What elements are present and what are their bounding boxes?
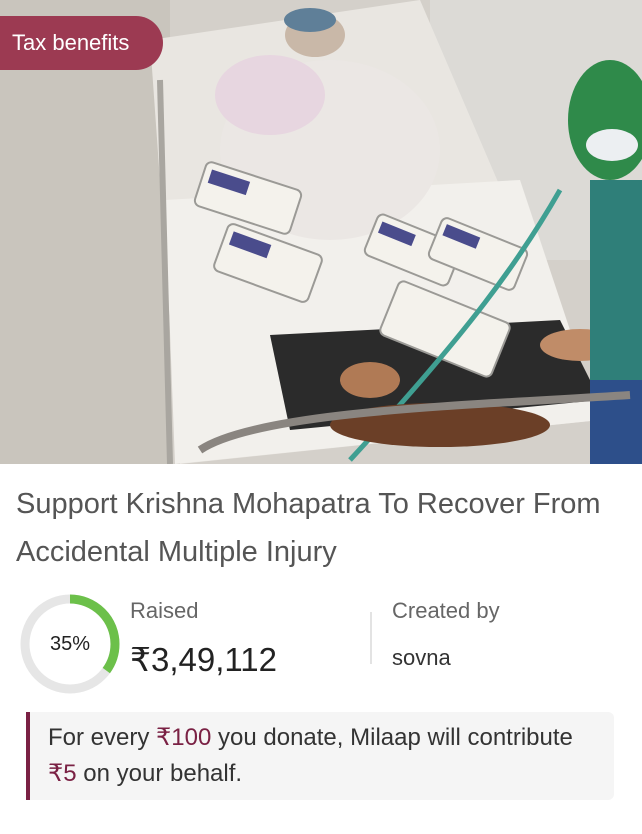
note-text-2: you donate, Milaap will contribute [211,724,573,751]
progress-percent: 35% [49,633,91,655]
matching-donation-note: For every ₹100 you donate, Milaap will c… [26,712,614,800]
note-text-1: For every [48,724,157,751]
campaign-title[interactable]: Support Krishna Mohapatra To Recover Fro… [16,480,626,576]
campaign-photo[interactable]: Tax benefits [0,0,642,464]
fundraiser-card[interactable]: Tax benefits Support Krishna Mohapatra T… [0,0,642,834]
raised-label: Raised [130,598,199,623]
stats-divider [370,612,372,664]
tax-benefits-badge[interactable]: Tax benefits [0,16,164,70]
note-text-3: on your behalf. [76,760,243,787]
note-amount-5: ₹5 [48,760,77,787]
creator-name[interactable]: sovna [392,645,451,671]
progress-ring: 35% [18,592,122,696]
note-amount-100: ₹100 [156,724,212,751]
created-by-label: Created by [392,598,500,623]
raised-amount: ₹3,49,112 [130,641,278,678]
